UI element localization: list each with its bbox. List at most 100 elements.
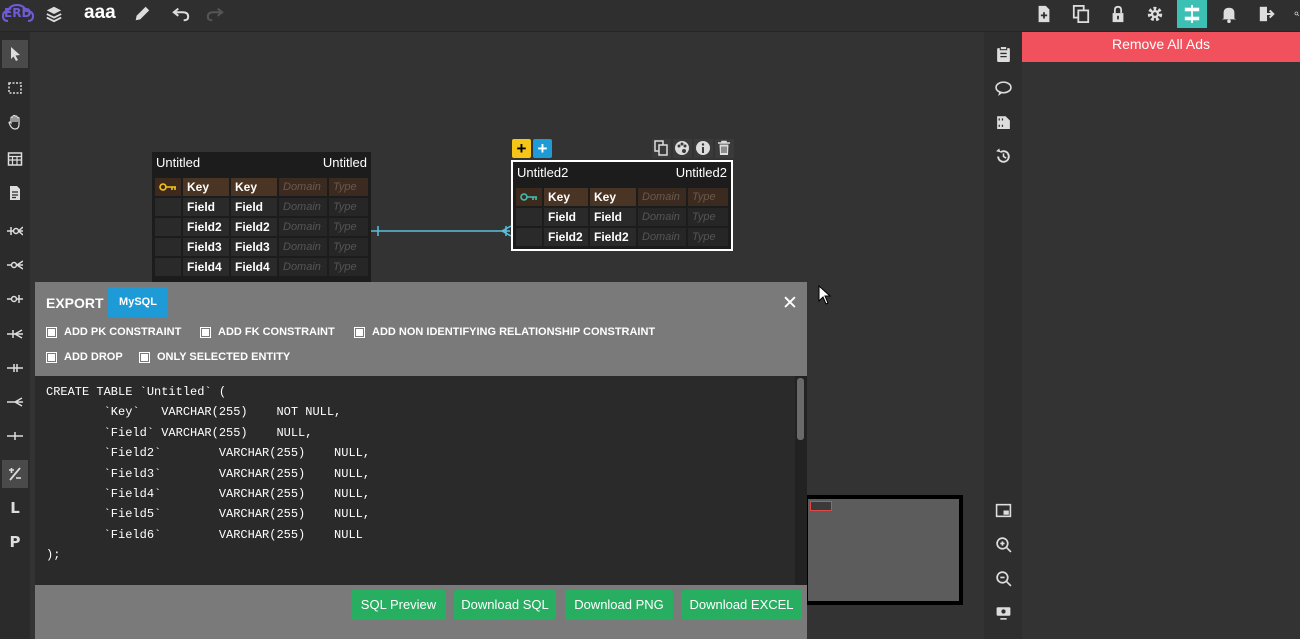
checkbox-icon[interactable] [354,326,365,338]
remove-ads-button[interactable]: Remove All Ads [1022,32,1300,62]
gear-icon[interactable] [1142,0,1168,28]
one-one-relation-icon[interactable] [2,354,28,382]
palette-icon[interactable] [673,139,692,158]
history-icon[interactable] [992,144,1014,168]
one-relation-icon[interactable] [2,422,28,450]
redo-icon[interactable] [202,0,228,28]
close-icon[interactable]: ✕ [780,292,800,315]
many-relation-icon[interactable] [2,388,28,416]
pencil-icon[interactable] [129,0,155,28]
field-logical[interactable]: Field2 [183,218,229,236]
relationship-line[interactable] [370,220,515,242]
field-type[interactable]: Type [688,228,728,246]
sign-out-icon[interactable] [1254,0,1280,28]
field-logical[interactable]: Key [544,188,588,206]
field-type[interactable]: Type [329,258,368,276]
field-type[interactable]: Type [688,188,728,206]
minimap[interactable] [806,495,963,605]
field-physical[interactable]: Key [231,178,277,196]
sql-preview-area[interactable]: CREATE TABLE `Untitled` ( `Key` VARCHAR(… [35,376,807,585]
clipboard-icon[interactable] [992,42,1014,66]
field-physical[interactable]: Field4 [231,258,277,276]
checkbox-icon[interactable] [139,351,150,363]
zoom-out-icon[interactable] [992,566,1014,590]
copy-icon[interactable] [1068,0,1094,28]
field-type[interactable]: Type [329,178,368,196]
option-add-pk-constraint[interactable]: ADD PK CONSTRAINT [46,326,181,338]
search-icon[interactable] [1288,0,1300,28]
field-logical[interactable]: Key [183,178,229,196]
field-domain[interactable]: Domain [638,228,686,246]
align-icon[interactable] [1177,0,1207,28]
scrollbar-thumb[interactable] [797,378,804,440]
add-field-button[interactable]: + [533,139,552,158]
minimap-viewport[interactable] [808,499,959,601]
minimap-toggle-icon[interactable] [992,498,1014,522]
identifying-toggle-icon[interactable] [2,460,28,488]
tab-mysql[interactable]: MySQL [108,287,168,317]
comment-icon[interactable] [992,76,1014,100]
memo-tool-icon[interactable] [2,179,28,207]
field-type[interactable]: Type [329,238,368,256]
fit-screen-icon[interactable] [992,600,1014,624]
field-domain[interactable]: Domain [638,208,686,226]
download-png-button[interactable]: Download PNG [565,590,673,620]
field-logical[interactable]: Field [183,198,229,216]
hand-tool-icon[interactable] [2,108,28,136]
field-domain[interactable]: Domain [279,238,327,256]
sql-preview-button[interactable]: SQL Preview [351,590,446,620]
download-sql-button[interactable]: Download SQL [454,590,556,620]
checkbox-icon[interactable] [200,326,211,338]
pointer-tool-icon[interactable] [2,40,28,68]
field-physical[interactable]: Field3 [231,238,277,256]
field-logical[interactable]: Field3 [183,238,229,256]
table-tool-icon[interactable] [2,145,28,173]
field-physical[interactable]: Field [590,208,636,226]
checkbox-icon[interactable] [46,326,57,338]
field-domain[interactable]: Domain [638,188,686,206]
zero-many-relation-icon[interactable] [2,251,28,279]
document-title[interactable]: aaa [84,2,116,24]
zero-one-relation-icon[interactable] [2,285,28,313]
lock-icon[interactable] [1105,0,1131,28]
field-type[interactable]: Type [329,198,368,216]
option-add-drop[interactable]: ADD DROP [46,351,123,363]
option-add-fk-constraint[interactable]: ADD FK CONSTRAINT [200,326,335,338]
option-only-selected-entity[interactable]: ONLY SELECTED ENTITY [139,351,290,363]
zoom-in-icon[interactable] [992,532,1014,556]
info-icon[interactable] [694,139,713,158]
one-many-relation-icon[interactable] [2,320,28,348]
field-physical[interactable]: Field2 [590,228,636,246]
download-excel-button[interactable]: Download EXCEL [681,590,802,620]
field-physical[interactable]: Field [231,198,277,216]
field-physical[interactable]: Key [590,188,636,206]
trash-icon[interactable] [715,139,734,158]
field-domain[interactable]: Domain [279,178,327,196]
physical-mode-label[interactable]: P [2,528,28,556]
field-physical[interactable]: Field2 [231,218,277,236]
option-add-non-identifying-relationship-constraint[interactable]: ADD NON IDENTIFYING RELATIONSHIP CONSTRA… [354,326,655,338]
field-domain[interactable]: Domain [279,198,327,216]
film-icon[interactable] [992,109,1014,133]
copy-entity-icon[interactable] [652,139,671,158]
layers-icon[interactable] [41,0,67,28]
new-file-icon[interactable] [1031,0,1057,28]
field-logical[interactable]: Field4 [183,258,229,276]
field-logical[interactable]: Field [544,208,588,226]
entity-untitled[interactable]: Untitled Untitled Key Key Domain Type Fi… [152,152,371,282]
field-domain[interactable]: Domain [279,258,327,276]
field-domain[interactable]: Domain [279,218,327,236]
logical-mode-label[interactable]: L [2,494,28,522]
entity-untitled2[interactable]: Untitled2 Untitled2 Key Key Domain Type … [511,160,733,251]
field-type[interactable]: Type [329,218,368,236]
select-area-tool-icon[interactable] [2,74,28,102]
undo-icon[interactable] [168,0,194,28]
sql-code[interactable]: CREATE TABLE `Untitled` ( `Key` VARCHAR(… [46,382,370,566]
erd-cloud-logo-icon[interactable]: ERD [2,0,34,28]
bell-icon[interactable] [1216,0,1242,28]
add-primary-key-button[interactable]: + [512,139,531,158]
checkbox-icon[interactable] [46,351,57,363]
field-type[interactable]: Type [688,208,728,226]
field-logical[interactable]: Field2 [544,228,588,246]
one-to-zero-many-relation-icon[interactable] [2,217,28,245]
